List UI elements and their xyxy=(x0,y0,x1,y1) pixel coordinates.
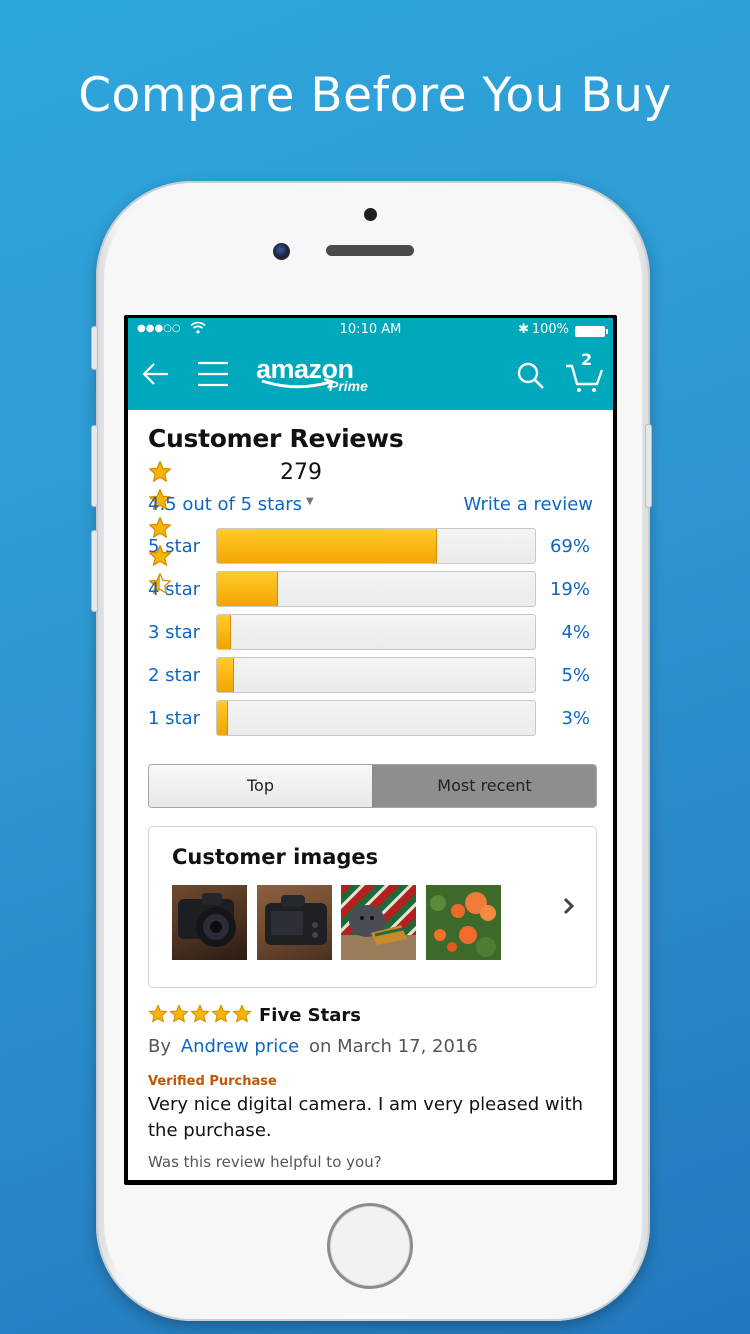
home-button[interactable] xyxy=(327,1203,413,1289)
review-author-link[interactable]: Andrew price xyxy=(181,1036,299,1057)
sort-segmented-control: Top Most recent xyxy=(148,764,597,808)
histogram-fill xyxy=(217,701,228,735)
search-icon[interactable] xyxy=(516,361,546,391)
power-button xyxy=(645,424,652,508)
earpiece-speaker xyxy=(326,245,414,256)
mute-switch xyxy=(91,326,98,370)
star-icon xyxy=(169,1004,189,1023)
cart-count: 2 xyxy=(581,350,593,369)
customer-image-thumbnail[interactable] xyxy=(172,885,247,960)
page-title: Customer Reviews xyxy=(148,424,404,453)
volume-down-button xyxy=(91,530,98,612)
customer-images-heading: Customer images xyxy=(172,845,379,869)
cart-icon[interactable]: 2 xyxy=(564,350,604,394)
histogram-bar xyxy=(216,571,536,607)
histogram-bar xyxy=(216,614,536,650)
top-bar: ●●●○○ 10:10 AM ✱ 100% amazon Prime 2 xyxy=(128,318,613,410)
histogram-label: 3 star xyxy=(148,622,201,643)
logo-smile-icon xyxy=(261,378,334,389)
histogram-percent: 5% xyxy=(561,665,590,686)
histogram-percent: 3% xyxy=(561,708,590,729)
histogram-label: 2 star xyxy=(148,665,201,686)
battery-icon xyxy=(575,326,608,337)
review-date: on March 17, 2016 xyxy=(308,1036,478,1057)
proximity-sensor xyxy=(364,208,377,221)
camera-back-photo xyxy=(265,895,327,945)
rating-count: 279 xyxy=(280,460,322,485)
average-rating-label: 4.5 out of 5 stars xyxy=(148,494,303,515)
histogram-bar xyxy=(216,528,536,564)
review-title[interactable]: Five Stars xyxy=(259,1005,361,1026)
histogram-row[interactable]: 4 star 19% xyxy=(148,571,598,609)
camera-front-photo xyxy=(178,893,236,947)
histogram-percent: 4% xyxy=(561,622,590,643)
battery-percent: 100% xyxy=(531,322,569,337)
volume-up-button xyxy=(91,425,98,507)
histogram-row[interactable]: 5 star 69% xyxy=(148,528,598,566)
star-icon xyxy=(148,1004,168,1023)
review-byline: By Andrew price on March 17, 2016 xyxy=(148,1036,478,1057)
histogram-fill xyxy=(217,658,234,692)
histogram-label: 4 star xyxy=(148,579,201,600)
amazon-prime-logo[interactable]: amazon Prime xyxy=(256,354,386,398)
chevron-right-icon[interactable] xyxy=(562,895,576,917)
histogram-label: 5 star xyxy=(148,536,201,557)
customer-images-card: Customer images xyxy=(148,826,597,988)
star-icon xyxy=(232,1004,252,1023)
star-icon xyxy=(190,1004,210,1023)
histogram-percent: 19% xyxy=(549,579,590,600)
review-body: Very nice digital camera. I am very plea… xyxy=(148,1094,584,1141)
star-icon xyxy=(211,1004,231,1023)
nav-bar: amazon Prime 2 xyxy=(128,346,613,406)
front-camera xyxy=(273,243,290,260)
sort-most-recent-tab[interactable]: Most recent xyxy=(372,765,596,807)
logo-prime: Prime xyxy=(329,378,368,394)
customer-image-thumbnail[interactable] xyxy=(341,885,416,960)
helpful-prompt: Was this review helpful to you? xyxy=(148,1153,382,1171)
histogram-bar xyxy=(216,700,536,736)
histogram-fill xyxy=(217,572,279,606)
menu-icon[interactable] xyxy=(196,360,230,388)
histogram-fill xyxy=(217,615,231,649)
customer-image-thumbnail[interactable] xyxy=(426,885,501,960)
star-icon xyxy=(149,460,171,482)
histogram-label: 1 star xyxy=(148,708,201,729)
dog-in-sweater-photo xyxy=(341,905,416,960)
screen: ●●●○○ 10:10 AM ✱ 100% amazon Prime 2 Cus… xyxy=(124,315,617,1185)
sort-top-tab[interactable]: Top xyxy=(149,765,372,807)
status-bar: ●●●○○ 10:10 AM ✱ 100% xyxy=(128,318,613,342)
histogram-fill xyxy=(217,529,438,563)
write-review-link[interactable]: Write a review xyxy=(463,494,593,515)
back-arrow-icon[interactable] xyxy=(140,358,172,390)
caret-down-icon: ▼ xyxy=(306,496,314,507)
review-by-label: By xyxy=(148,1036,172,1057)
average-rating-dropdown[interactable]: 4.5 out of 5 stars ▼ xyxy=(148,494,314,515)
orange-flowers-photo xyxy=(430,892,496,957)
verified-purchase-badge: Verified Purchase xyxy=(148,1074,277,1089)
histogram-row[interactable]: 3 star 4% xyxy=(148,614,598,652)
histogram-bar xyxy=(216,657,536,693)
app-view: ●●●○○ 10:10 AM ✱ 100% amazon Prime 2 Cus… xyxy=(128,318,613,1180)
histogram-row[interactable]: 1 star 3% xyxy=(148,700,598,738)
customer-image-thumbnail[interactable] xyxy=(257,885,332,960)
histogram-percent: 69% xyxy=(549,536,590,557)
histogram-row[interactable]: 2 star 5% xyxy=(148,657,598,695)
bluetooth-icon: ✱ xyxy=(518,322,529,337)
review-stars-icon xyxy=(148,1004,253,1028)
headline: Compare Before You Buy xyxy=(78,68,672,123)
